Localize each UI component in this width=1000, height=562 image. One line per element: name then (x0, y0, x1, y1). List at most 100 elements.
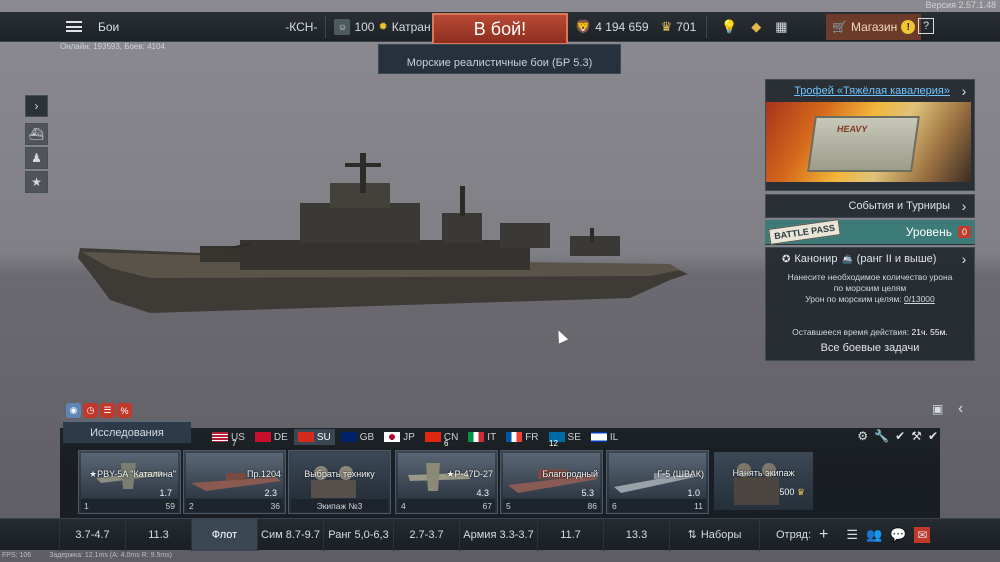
nation-tab-su[interactable]: SU (293, 429, 335, 445)
lightbulb-icon[interactable]: 💡 (721, 19, 737, 35)
crew-slot[interactable]: 6 ★P-47D-27 4.3 4 67 (395, 439, 498, 514)
add-squad-icon[interactable]: + (819, 526, 828, 544)
bottom-bar: 3.7-4.7 11.3 Флот Сим 8.7-9.7 Ранг 5,0-6… (0, 518, 1000, 551)
chevron-right-icon[interactable]: › (954, 80, 974, 102)
nation-tab-gb[interactable]: GB (337, 429, 378, 445)
nation-tabs: US DE SU GB JP CN IT FR SE IL (60, 428, 940, 446)
trophy-image: HEAVY (766, 102, 971, 182)
percent-icon[interactable]: % (117, 403, 132, 418)
battle-task-panel[interactable]: ✪ Канонир 🚢 (ранг II и выше) › Нанесите … (765, 247, 975, 361)
mail-icon[interactable]: ✉ (914, 526, 931, 543)
preset-tab[interactable]: Ранг 5,0-6,3 (324, 518, 394, 551)
task-rank: (ранг II и выше) (856, 253, 937, 265)
wrench-icon[interactable]: 🔧 (874, 429, 889, 443)
nation-tab-fr[interactable]: FR (502, 429, 542, 445)
friends-icon[interactable]: 👥 (866, 527, 882, 543)
online-status: Онлайн: 193593, Боев: 4104 (60, 42, 165, 51)
check-icon[interactable]: ✔ (895, 429, 905, 443)
preset-tab[interactable]: 3.7-4.7 (60, 518, 126, 551)
status-bar: FPS: 106 Задержка: 12.1ms (A: 4.0ms R: 9… (2, 552, 172, 559)
repair-all-icon[interactable]: ⚒ (911, 429, 922, 443)
task-description: Нанесите необходимое количество урона (787, 272, 953, 282)
battle-pass-level-label: Уровень (905, 225, 952, 239)
medal-icon[interactable]: ◉ (66, 403, 81, 418)
crate-icon: HEAVY (807, 116, 920, 172)
check-all-icon[interactable]: ✔ (928, 429, 938, 443)
gear-icon[interactable]: ⚙ (857, 429, 868, 443)
expand-button[interactable]: › (25, 95, 48, 117)
trophy-panel[interactable]: Трофей «Тяжёлая кавалерия» › HEAVY (765, 79, 975, 191)
nation-tab-jp[interactable]: JP (380, 429, 419, 445)
version-label: Версия 2.57.1.48 (925, 0, 996, 10)
crew-slot[interactable]: ★PBY-5A "Каталина" 1.7 1 59 (78, 450, 181, 514)
silver-lions-value: 4 194 659 (595, 20, 649, 34)
left-toolbar: › ⛴ ♟ ★ (25, 95, 48, 193)
nation-tab-de[interactable]: DE (251, 429, 292, 445)
warning-icon: ! (901, 20, 916, 34)
chevron-left-icon[interactable]: ‹ (958, 400, 963, 418)
game-mode-selector[interactable]: Морские реалистичные бои (БР 5.3) (378, 44, 621, 74)
sort-icon: ⇅ (687, 529, 697, 541)
latency-counter: Задержка: 12.1ms (A: 4.0ms R: 9.5ms) (49, 552, 172, 559)
ship-icon[interactable]: ⛴ (25, 123, 48, 145)
trophy-title[interactable]: Трофей «Тяжёлая кавалерия» (794, 85, 950, 97)
bundles-button[interactable]: ⇅ Наборы (670, 518, 760, 551)
crew-portrait-icon: ☺ (334, 18, 351, 35)
help-button[interactable]: ? (918, 18, 934, 34)
chevron-right-icon[interactable]: › (954, 195, 974, 217)
silver-lions-icon: 🦁 (575, 19, 592, 34)
crew-tools: ⚙ 🔧 ✔ ⚒ ✔ (857, 429, 938, 443)
coupon-icon[interactable]: ▦ (775, 19, 787, 35)
favorite-icon[interactable]: ★ (25, 171, 48, 193)
research-icons: ◉ ◷ ☰ % (66, 403, 132, 418)
task-emblem-icon: ✪ (782, 253, 791, 265)
nation-tab-cn[interactable]: CN (421, 429, 462, 445)
research-tab[interactable]: Исследования (63, 421, 191, 443)
crew-slot[interactable]: 7 Пр.1204 2.3 2 36 (183, 439, 286, 514)
crew-slot[interactable]: Г-5 (ШВАК) 1.0 6 11 (606, 450, 709, 514)
preset-tab[interactable]: 2.7-3.7 (394, 518, 460, 551)
main-menu-button[interactable]: Бои (0, 12, 127, 41)
battle-pass-level: 0 (957, 226, 971, 238)
nation-tab-il[interactable]: IL (587, 429, 622, 445)
star-icon: ✹ (378, 21, 388, 33)
shop-button[interactable]: 🛒 Магазин ! (826, 14, 922, 40)
chat-icon[interactable]: 💬 (890, 527, 906, 543)
chevron-right-icon[interactable]: › (954, 248, 974, 270)
squad-controls: Отряд: + ☰ 👥 💬 ✉ (776, 526, 931, 544)
to-battle-button[interactable]: В бой! (432, 13, 568, 45)
preset-tab[interactable]: Флот (192, 518, 258, 551)
rank-emblem-icon[interactable]: ◆ (751, 19, 761, 35)
list-icon[interactable]: ☰ (100, 403, 115, 418)
task-title: Канонир (794, 253, 838, 265)
all-tasks-link[interactable]: Все боевые задачи (766, 342, 974, 354)
preset-tab[interactable]: 11.3 (126, 518, 192, 551)
preset-tab[interactable]: 11.7 (538, 518, 604, 551)
task-progress: Урон по морским целям: 0/13000 (805, 294, 935, 304)
nation-tab-us[interactable]: US (208, 429, 249, 445)
crew-image (714, 452, 813, 510)
list-icon[interactable]: ☰ (846, 527, 858, 543)
squad-label: Отряд: (776, 528, 812, 541)
currency-bar: 🦁 4 194 659 ♛ 701 (575, 12, 696, 42)
battle-pass-logo: BATTLE PASS (768, 219, 841, 245)
preset-tab[interactable]: 13.3 (604, 518, 670, 551)
events-button[interactable]: События и Турниры › (765, 194, 975, 218)
cart-icon: 🛒 (832, 20, 847, 34)
select-vehicle-slot[interactable]: Выбрать технику Экипаж №3 (288, 450, 391, 514)
squadron-tag[interactable]: -КСН- (277, 12, 325, 41)
preset-tab[interactable]: Сим 8.7-9.7 (258, 518, 324, 551)
battle-pass-button[interactable]: BATTLE PASS Уровень 0 (765, 219, 975, 245)
save-preset-icon[interactable]: ▣ (932, 402, 943, 416)
fps-counter: FPS: 106 (2, 552, 32, 559)
golden-eagle-icon: ♛ (660, 19, 673, 34)
nation-tab-it[interactable]: IT (464, 429, 500, 445)
menu-label: Бои (98, 19, 120, 34)
preset-tab[interactable]: Армия 3.3-3.7 (460, 518, 538, 551)
clock-icon[interactable]: ◷ (83, 403, 98, 418)
hire-crew-slot[interactable]: Нанять экипаж 500 ♛ (712, 450, 815, 514)
events-label: События и Турниры (848, 200, 950, 212)
crew-slot[interactable]: 12 Благородный 5.3 5 86 (500, 439, 603, 514)
top-icons: 💡 ◆ ▦ (706, 12, 787, 42)
crew-icon[interactable]: ♟ (25, 147, 48, 169)
